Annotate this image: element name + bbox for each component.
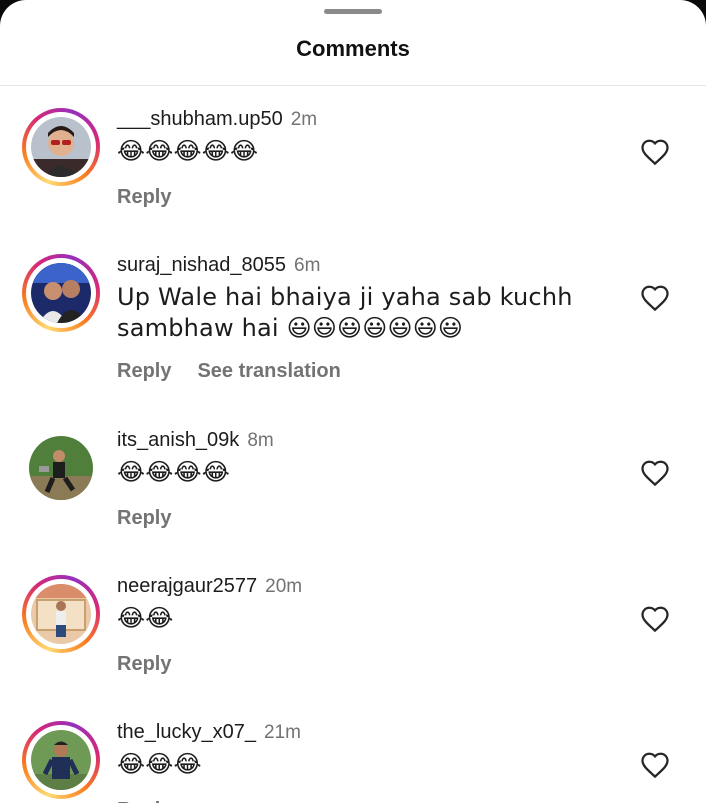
reply-button[interactable]: Reply <box>117 360 171 382</box>
comment-text: Up Wale hai bhaiya ji yaha sab kuchh sam… <box>117 283 573 342</box>
avatar[interactable] <box>31 730 91 790</box>
story-ring[interactable] <box>22 254 100 332</box>
story-ring[interactable] <box>22 575 100 653</box>
comment-username[interactable]: ___shubham.up50 <box>117 108 283 130</box>
comment-timestamp: 8m <box>247 430 274 451</box>
comment-text: 😂😂😂😂 <box>117 458 230 486</box>
avatar[interactable] <box>31 117 91 177</box>
see-translation-button[interactable]: See translation <box>197 360 340 382</box>
comment-username[interactable]: neerajgaur2577 <box>117 575 257 597</box>
like-heart-icon[interactable] <box>640 138 670 166</box>
like-heart-icon[interactable] <box>640 459 670 487</box>
comment-text: 😂😂 <box>117 604 174 632</box>
reply-button[interactable]: Reply <box>117 186 171 208</box>
drag-handle[interactable] <box>324 9 382 14</box>
reply-button[interactable]: Reply <box>117 799 171 803</box>
reply-button[interactable]: Reply <box>117 653 171 675</box>
like-heart-icon[interactable] <box>640 605 670 633</box>
avatar[interactable] <box>31 584 91 644</box>
comment-timestamp: 6m <box>294 255 321 276</box>
comment-timestamp: 20m <box>265 576 303 597</box>
story-ring[interactable] <box>22 721 100 799</box>
like-heart-icon[interactable] <box>640 284 670 312</box>
reply-button[interactable]: Reply <box>117 507 171 529</box>
comment-username[interactable]: the_lucky_x07_ <box>117 721 256 743</box>
comments-sheet: Comments ___shubham.up502m 😂😂😂😂😂 Reply <box>0 0 706 803</box>
like-heart-icon[interactable] <box>640 751 670 779</box>
comment-timestamp: 2m <box>290 109 318 130</box>
avatar[interactable] <box>31 263 91 323</box>
story-ring[interactable] <box>22 108 100 186</box>
comment-text: 😂😂😂 <box>117 750 202 778</box>
avatar-container[interactable] <box>22 429 100 507</box>
comment-timestamp: 21m <box>263 722 301 743</box>
avatar[interactable] <box>29 436 93 500</box>
header-divider <box>0 85 706 86</box>
comment-text: 😂😂😂😂😂 <box>117 137 259 165</box>
comment-username[interactable]: its_anish_09k <box>117 429 239 451</box>
sheet-title: Comments <box>296 36 410 61</box>
comment-username[interactable]: suraj_nishad_8055 <box>117 254 286 276</box>
